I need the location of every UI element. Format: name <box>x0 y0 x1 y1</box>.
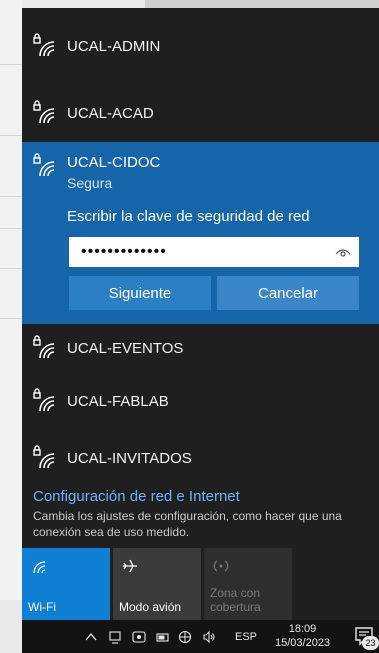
secured-wifi-icon <box>33 335 55 359</box>
clock-date: 15/03/2023 <box>275 637 331 649</box>
network-settings-description: Cambia los ajustes de configuración, com… <box>33 509 342 539</box>
network-item-ucal-eventos[interactable]: UCAL-EVENTOS <box>22 324 379 372</box>
network-status: Segura <box>67 175 113 191</box>
network-name: UCAL-ACAD <box>67 104 154 122</box>
mobile-hotspot-tile[interactable]: Zona con cobertura <box>204 548 292 620</box>
secured-wifi-icon <box>33 445 55 469</box>
wifi-toggle-tile[interactable]: Wi-Fi <box>22 548 110 620</box>
password-prompt: Escribir la clave de seguridad de red <box>67 208 310 225</box>
device-icon[interactable] <box>108 630 122 644</box>
network-name: UCAL-CIDOC <box>67 154 161 171</box>
secured-wifi-icon <box>33 388 55 412</box>
network-settings-link[interactable]: Configuración de red e Internet <box>22 488 379 505</box>
tile-label: Wi-Fi <box>28 600 56 614</box>
hotspot-icon <box>213 560 229 572</box>
clock[interactable]: 18:09 15/03/2023 <box>275 622 330 650</box>
airplane-mode-tile[interactable]: Modo avión <box>113 548 201 620</box>
network-item-ucal-cidoc[interactable]: UCAL-CIDOC Segura Escribir la clave de s… <box>22 142 379 324</box>
meet-now-icon[interactable] <box>132 630 146 644</box>
network-name: UCAL-FABLAB <box>67 392 169 410</box>
network-item-ucal-invitados[interactable]: UCAL-INVITADOS <box>22 430 379 486</box>
network-name: UCAL-ADMIN <box>67 37 161 55</box>
battery-icon[interactable] <box>156 630 170 644</box>
network-name: UCAL-EVENTOS <box>67 339 184 357</box>
next-button[interactable]: Siguiente <box>69 276 211 310</box>
password-input[interactable]: ••••••••••••• <box>69 237 359 267</box>
tile-label: Zona con cobertura <box>210 586 261 614</box>
taskbar: ESP 18:09 15/03/2023 23 <box>22 620 379 653</box>
cancel-button[interactable]: Cancelar <box>217 276 359 310</box>
secured-wifi-icon <box>33 153 55 177</box>
network-item-ucal-admin[interactable]: UCAL-ADMIN <box>22 8 379 84</box>
tile-label: Modo avión <box>119 600 182 614</box>
wifi-icon <box>33 561 46 574</box>
desktop-background <box>0 0 22 600</box>
notification-badge: 23 <box>362 636 379 650</box>
secured-wifi-icon <box>33 100 55 124</box>
secured-wifi-icon <box>33 33 55 57</box>
network-globe-icon[interactable] <box>178 630 192 644</box>
network-name: UCAL-INVITADOS <box>67 449 192 467</box>
password-value: ••••••••••••• <box>81 243 167 260</box>
network-flyout: UCAL-ADMIN UCAL-ACAD UCAL-CIDOC Segura E… <box>22 8 379 620</box>
clock-time: 18:09 <box>288 623 317 635</box>
network-header: UCAL-CIDOC Segura <box>22 142 379 206</box>
action-buttons: Siguiente Cancelar <box>69 276 359 310</box>
network-item-ucal-acad[interactable]: UCAL-ACAD <box>22 84 379 142</box>
input-language[interactable]: ESP <box>235 631 257 643</box>
reveal-password-icon[interactable] <box>335 245 351 259</box>
volume-icon[interactable] <box>202 630 216 644</box>
quick-actions: Wi-Fi Modo avión Zona con cobertura <box>22 548 292 620</box>
airplane-icon <box>123 559 137 573</box>
chevron-up-icon[interactable] <box>84 630 98 644</box>
network-item-ucal-fablab[interactable]: UCAL-FABLAB <box>22 372 379 430</box>
